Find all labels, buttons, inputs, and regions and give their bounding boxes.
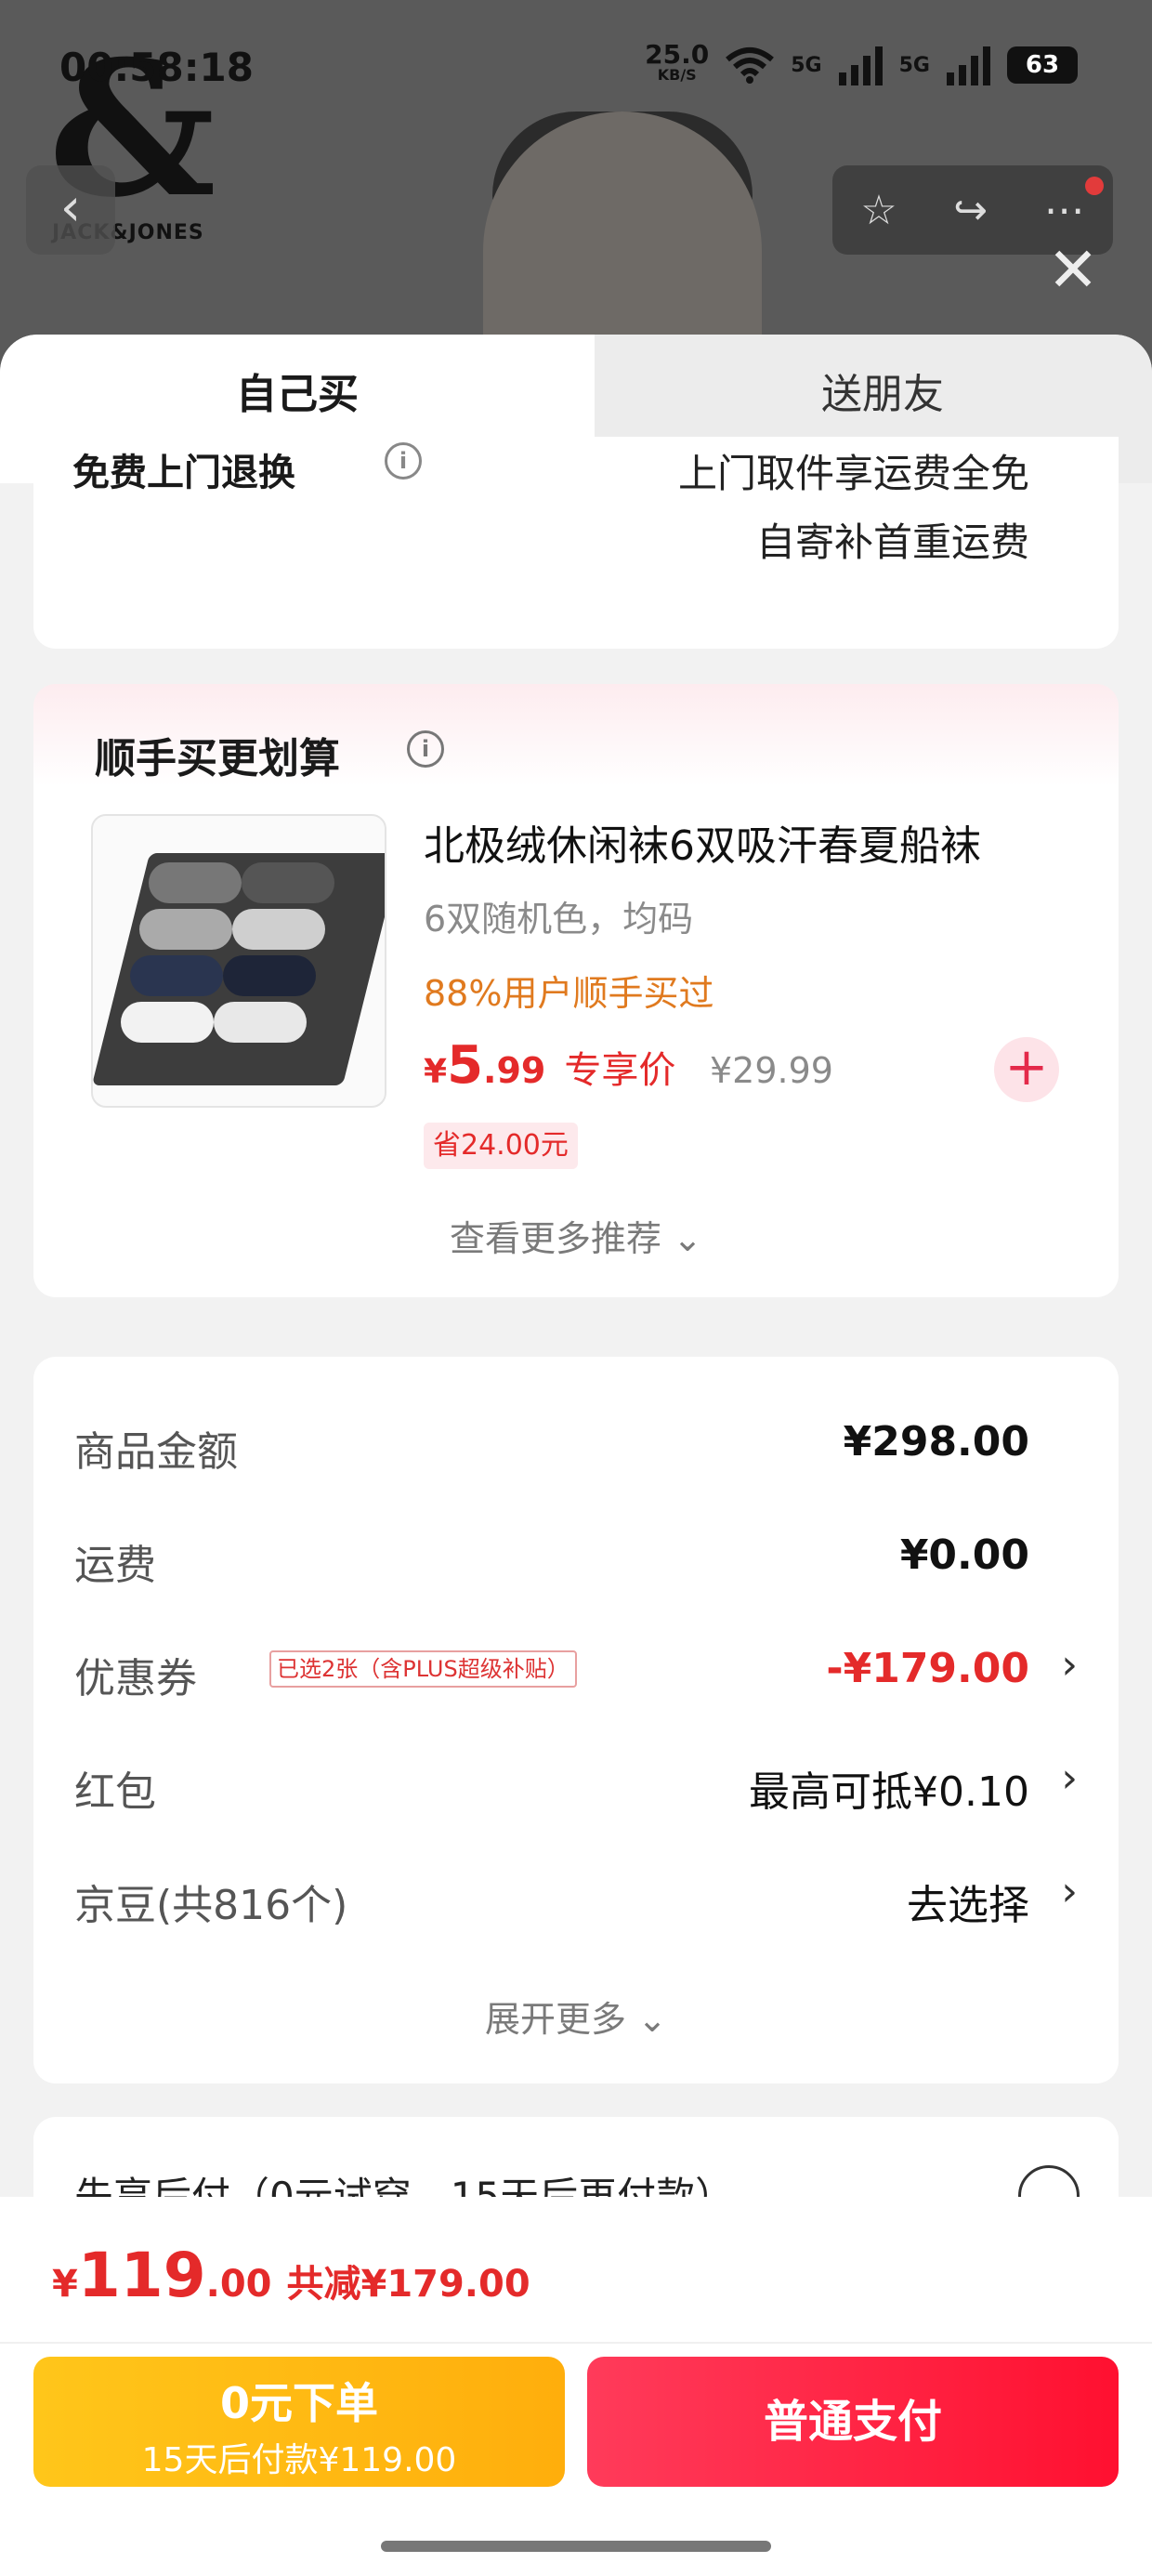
chevron-right-icon: › — [1061, 1868, 1078, 1915]
addon-price: ¥ 5 .99 专享价 — [424, 1035, 675, 1096]
shipping-value: ¥0.00 — [899, 1531, 1029, 1579]
bottom-checkout-bar: ¥ 119 .00 共减¥179.00 0元下单 15天后付款¥119.00 普… — [0, 2197, 1152, 2576]
signal-2-label: 5G — [898, 53, 930, 77]
wifi-icon — [726, 47, 775, 84]
row-shipping: 运费 ¥0.00 — [74, 1524, 1078, 1589]
sock-shape — [242, 862, 334, 903]
close-icon[interactable]: ✕ — [1041, 238, 1106, 303]
addon-product-spec: 6双随机色，均码 — [424, 899, 694, 940]
status-bar: 00:58:18 25.0 KB/S 5G 5G 63 — [0, 37, 1152, 102]
status-indicators: 25.0 KB/S 5G 5G 63 — [645, 39, 1078, 85]
row-goods-amount: 商品金额 ¥298.00 — [74, 1411, 1078, 1476]
divider — [0, 2342, 1152, 2344]
battery-icon: 63 — [1007, 46, 1078, 84]
signal-1-label: 5G — [791, 53, 822, 77]
status-time: 00:58:18 — [59, 45, 254, 90]
price-integer: 5 — [447, 1035, 484, 1096]
row-jd-bean[interactable]: 京豆(共816个) 去选择 › — [74, 1864, 1078, 1929]
return-service-title: 免费上门退换 — [72, 452, 295, 494]
more-icon[interactable]: ⋯ — [1044, 187, 1085, 234]
total-integer: 119 — [77, 2240, 206, 2311]
sock-shape — [223, 955, 316, 996]
price-decimal: .99 — [483, 1050, 546, 1091]
net-speed: 25.0 — [645, 39, 710, 70]
addon-original-price: ¥29.99 — [710, 1050, 833, 1091]
sock-shape — [130, 955, 223, 996]
total-decimal: .00 — [205, 2263, 272, 2306]
back-button[interactable]: ‹ — [26, 165, 115, 255]
add-to-order-button[interactable]: + — [994, 1037, 1059, 1102]
signal-2-icon — [947, 45, 990, 85]
sock-shape — [121, 1002, 214, 1043]
shipping-label: 运费 — [74, 1542, 156, 1589]
pay-later-title: 0元下单 — [219, 2378, 378, 2428]
addon-product-name[interactable]: 北极绒休闲袜6双吸汗春夏船袜 — [424, 812, 981, 872]
return-service-line2: 自寄补首重运费 — [755, 519, 1029, 565]
notification-dot — [1085, 177, 1104, 195]
return-service-card: 免费上门退换 i 上门取件享运费全免 自寄补首重运费 — [33, 437, 1119, 649]
red-packet-value: 最高可抵¥0.10 — [749, 1768, 1029, 1816]
addon-social-proof: 88%用户顺手买过 — [424, 973, 714, 1014]
red-packet-label: 红包 — [74, 1768, 156, 1816]
row-red-packet[interactable]: 红包 最高可抵¥0.10 › — [74, 1751, 1078, 1816]
pay-later-subtitle: 15天后付款¥119.00 — [141, 2441, 457, 2479]
goods-amount-label: 商品金额 — [74, 1428, 238, 1476]
favorite-star-icon[interactable]: ☆ — [860, 187, 897, 234]
sock-shape — [214, 1002, 307, 1043]
return-service-line1: 上门取件享运费全免 — [677, 451, 1029, 496]
info-icon[interactable]: i — [407, 730, 444, 768]
info-icon[interactable]: i — [385, 442, 422, 480]
product-image-socks[interactable] — [91, 814, 386, 1108]
addon-recommend-card: 顺手买更划算 i 北极绒休闲袜6双吸汗春夏船袜 6双随机色，均码 88%用户顺手… — [33, 684, 1119, 1297]
row-coupon[interactable]: 优惠券 已选2张（含PLUS超级补贴） -¥179.00 › — [74, 1637, 1078, 1702]
coupon-value: -¥179.00 — [826, 1645, 1029, 1692]
more-recommendations-link[interactable]: 查看更多推荐 ⌄ — [33, 1210, 1119, 1261]
coupon-selected-badge: 已选2张（含PLUS超级补贴） — [269, 1650, 577, 1688]
pay-later-button[interactable]: 0元下单 15天后付款¥119.00 — [33, 2357, 565, 2487]
total-currency: ¥ — [52, 2263, 78, 2306]
price-currency: ¥ — [424, 1053, 448, 1091]
normal-pay-button[interactable]: 普通支付 — [587, 2357, 1119, 2487]
price-detail-card: 商品金额 ¥298.00 运费 ¥0.00 优惠券 已选2张（含PLUS超级补贴… — [33, 1357, 1119, 2083]
chevron-right-icon: › — [1061, 1641, 1078, 1689]
jd-bean-value: 去选择 — [907, 1882, 1029, 1929]
total-price: ¥ 119 .00 共减¥179.00 — [52, 2240, 530, 2311]
jd-bean-label: 京豆(共816个) — [74, 1882, 348, 1929]
share-icon[interactable]: ↪ — [953, 187, 988, 234]
goods-amount-value: ¥298.00 — [843, 1418, 1029, 1465]
sock-shape — [139, 909, 232, 950]
sock-shape — [149, 862, 242, 903]
home-indicator — [381, 2541, 771, 2552]
savings-badge: 省24.00元 — [424, 1123, 578, 1169]
chevron-right-icon: › — [1061, 1755, 1078, 1802]
expand-more-link[interactable]: 展开更多 ⌄ — [33, 1991, 1119, 2042]
total-savings: 共减¥179.00 — [286, 2263, 530, 2306]
price-tag: 专享价 — [564, 1049, 676, 1092]
addon-title: 顺手买更划算 — [95, 735, 340, 782]
coupon-label: 优惠券 — [74, 1655, 197, 1702]
sock-shape — [232, 909, 325, 950]
signal-1-icon — [838, 45, 883, 85]
